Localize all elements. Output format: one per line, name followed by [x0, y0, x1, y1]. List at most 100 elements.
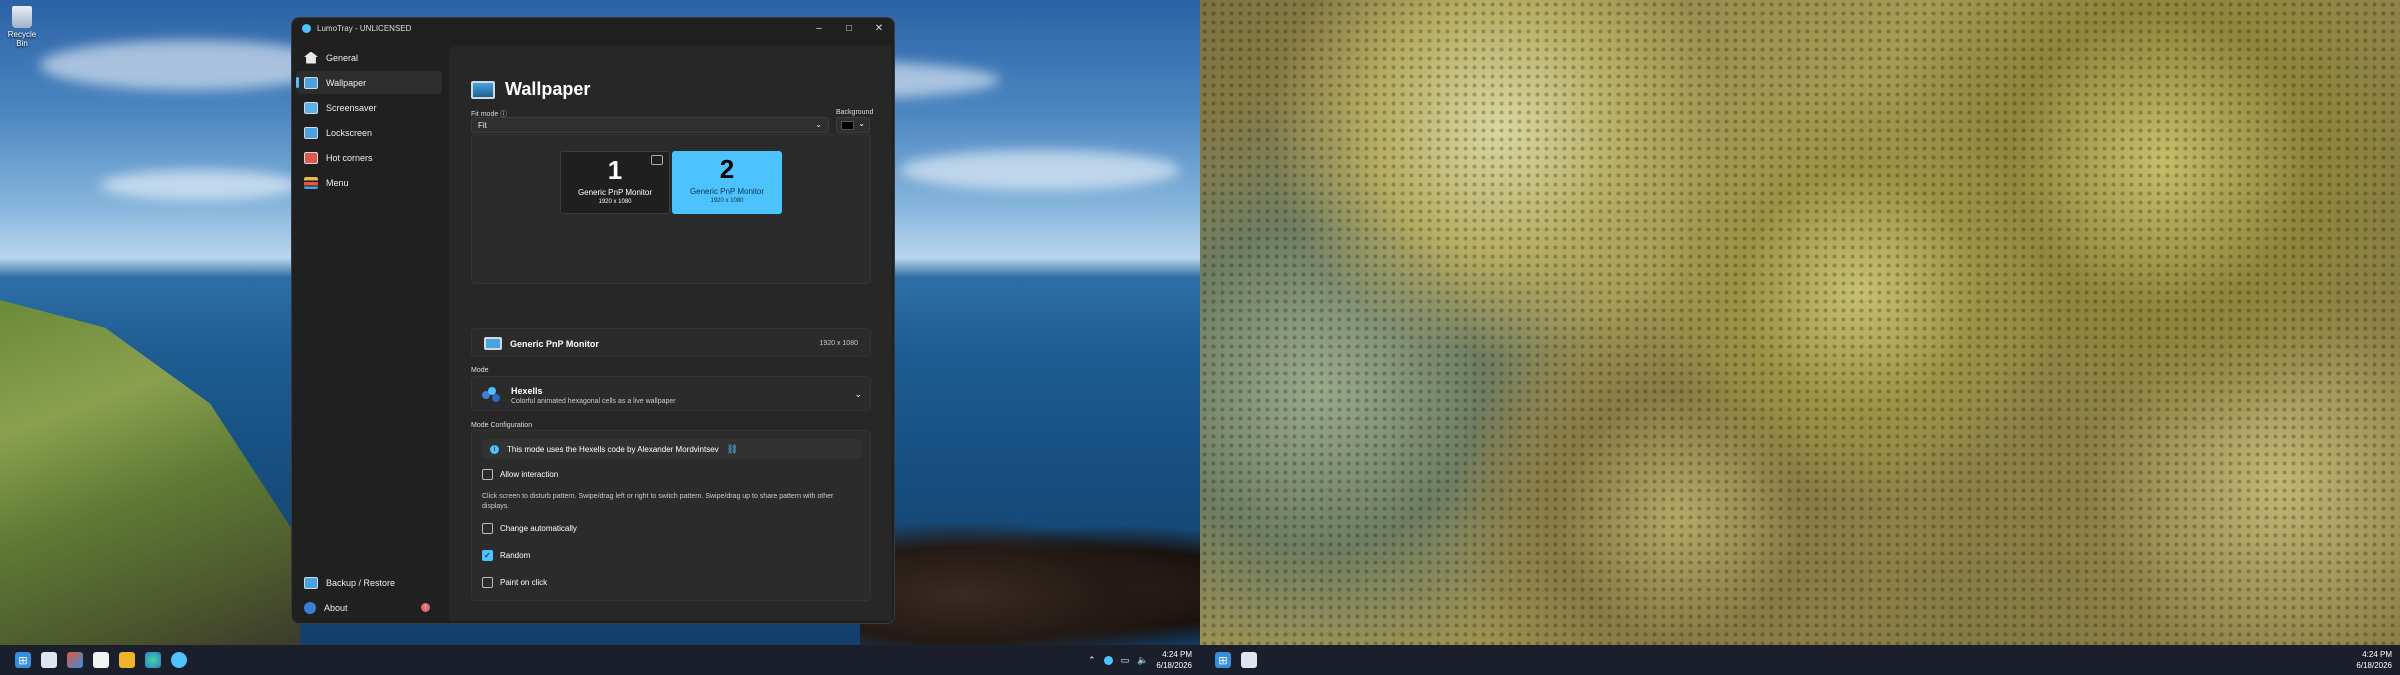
chevron-down-icon: ⌄: [854, 389, 862, 399]
change-automatically-checkbox[interactable]: Change automatically: [482, 523, 577, 534]
sidebar-item-label: Lockscreen: [326, 127, 373, 138]
close-button[interactable]: ✕: [864, 18, 894, 38]
sidebar-item-lockscreen[interactable]: Lockscreen: [296, 121, 442, 144]
about-badge: !: [421, 603, 430, 612]
sidebar-item-about[interactable]: About !: [296, 596, 442, 619]
monitor-name: Generic PnP Monitor: [577, 188, 653, 197]
wallpaper-icon: [304, 76, 318, 89]
sidebar-item-backup-restore[interactable]: Backup / Restore: [296, 571, 442, 594]
clock-time: 4:24 PM: [1162, 650, 1192, 659]
monitor-2-tile[interactable]: 2 Generic PnP Monitor 1920 x 1080: [672, 151, 782, 214]
mode-dropdown[interactable]: Hexells Colorful animated hexagonal cell…: [471, 376, 871, 411]
checkbox-label: Allow interaction: [500, 470, 559, 479]
rocks-shape: [860, 520, 1200, 645]
monitor-name: Generic PnP Monitor: [689, 187, 765, 196]
monitor-2-desktop: ⊞ 4:24 PM 6/18/2026: [1200, 0, 2400, 675]
selected-monitor-card: Generic PnP Monitor 1920 x 1080: [471, 328, 871, 357]
screensaver-icon: [304, 101, 318, 114]
sidebar-item-label: General: [326, 52, 359, 63]
chevron-up-icon[interactable]: ⌃: [1088, 655, 1096, 666]
identify-icon[interactable]: [651, 155, 663, 165]
interaction-hint: Click screen to disturb pattern. Swipe/d…: [482, 493, 834, 510]
edge-icon[interactable]: [145, 652, 161, 668]
hot-corners-icon: [304, 151, 318, 164]
mode-configuration-label: Mode Configuration: [471, 422, 533, 429]
sidebar-item-general[interactable]: General: [296, 46, 442, 69]
clock-date: 6/18/2026: [1156, 661, 1192, 670]
monitor-1-desktop: Recycle Bin ⊞ ⌃ ▭ 🔈 4:24 PM 6/18/2026 Lu…: [0, 0, 1200, 675]
checkbox-box: [482, 523, 493, 534]
checkbox-box: [482, 577, 493, 588]
check-icon: ✓: [482, 550, 493, 561]
monitor-icon: [484, 337, 502, 350]
title-bar[interactable]: LumoTray - UNLICENSED – □ ✕: [292, 18, 894, 38]
checkbox-label: Paint on click: [500, 578, 548, 587]
monitor-number: 2: [719, 154, 735, 184]
allow-interaction-checkbox[interactable]: Allow interaction: [482, 469, 558, 480]
checkbox-label: Random: [500, 551, 531, 560]
sidebar-item-label: Wallpaper: [326, 77, 367, 88]
task-view-icon[interactable]: [41, 652, 57, 668]
minimize-button[interactable]: –: [804, 18, 834, 38]
wallpaper-icon: [471, 80, 495, 99]
maximize-button[interactable]: □: [834, 18, 864, 38]
backup-icon: [304, 576, 318, 589]
menu-icon: [304, 176, 318, 189]
lockscreen-icon: [304, 126, 318, 139]
cliff-shape: [0, 300, 300, 645]
mode-title: Hexells: [511, 386, 543, 396]
checkbox-label: Change automatically: [500, 524, 577, 533]
lumotray-tray-icon[interactable]: [1103, 655, 1113, 665]
main-content: Wallpaper Fit mode ⓘ Fit ⌄ Background ⌄ …: [449, 46, 892, 621]
clock-date: 6/18/2026: [2356, 661, 2392, 670]
info-icon: i: [490, 444, 499, 454]
color-swatch: [841, 121, 854, 130]
recycle-bin-label: Recycle Bin: [7, 30, 37, 48]
page-header: Wallpaper: [471, 79, 590, 100]
system-tray: ⌃ ▭ 🔈 4:24 PM 6/18/2026: [1088, 645, 1192, 675]
window-title: LumoTray - UNLICENSED: [317, 23, 412, 33]
sidebar-item-screensaver[interactable]: Screensaver: [296, 96, 442, 119]
sidebar-item-label: Hot corners: [326, 152, 373, 163]
sidebar-item-hot-corners[interactable]: Hot corners: [296, 146, 442, 169]
clock[interactable]: 4:24 PM 6/18/2026: [1156, 649, 1192, 671]
chevron-down-icon: ⌄: [858, 119, 865, 128]
link-icon[interactable]: ⛓: [727, 444, 738, 455]
sidebar-item-wallpaper[interactable]: Wallpaper: [296, 71, 442, 94]
monitor-resolution: 1920 x 1080: [598, 199, 632, 205]
mode-subtitle: Colorful animated hexagonal cells as a l…: [511, 398, 676, 405]
store-icon[interactable]: [93, 652, 109, 668]
volume-icon[interactable]: 🔈: [1137, 655, 1148, 666]
network-icon[interactable]: ▭: [1121, 655, 1130, 666]
sidebar-item-menu[interactable]: Menu: [296, 171, 442, 194]
task-view-icon[interactable]: [1241, 652, 1257, 668]
sidebar-item-label: Backup / Restore: [326, 577, 396, 588]
page-title: Wallpaper: [505, 79, 591, 99]
sidebar: General Wallpaper Screensaver Lockscreen…: [292, 38, 446, 623]
selected-monitor-name: Generic PnP Monitor: [510, 339, 599, 349]
mode-label: Mode: [471, 367, 489, 374]
start-icon[interactable]: ⊞: [15, 652, 31, 668]
taskbar-1: ⊞ ⌃ ▭ 🔈 4:24 PM 6/18/2026: [0, 645, 1200, 675]
random-checkbox[interactable]: ✓ Random: [482, 550, 530, 561]
mode-configuration-panel: i This mode uses the Hexells code by Ale…: [471, 430, 871, 601]
file-explorer-icon[interactable]: [119, 652, 135, 668]
recycle-bin-desktop-icon[interactable]: Recycle Bin: [5, 6, 39, 48]
about-icon: [304, 601, 316, 614]
clock[interactable]: 4:24 PM 6/18/2026: [2356, 649, 2392, 671]
recycle-bin-icon: [12, 6, 32, 28]
paint-on-click-checkbox[interactable]: Paint on click: [482, 577, 547, 588]
lumotray-taskbar-icon[interactable]: [171, 652, 187, 668]
monitor-layout: 1 Generic PnP Monitor 1920 x 1080 2 Gene…: [471, 134, 871, 284]
fit-mode-dropdown[interactable]: Fit ⌄: [471, 117, 829, 133]
info-text: This mode uses the Hexells code by Alexa…: [507, 444, 719, 454]
system-tray-2: 4:24 PM 6/18/2026: [2356, 645, 2392, 675]
background-color-picker[interactable]: ⌄: [836, 117, 870, 133]
clock-time: 4:24 PM: [2362, 650, 2392, 659]
hexells-icon: [482, 387, 502, 403]
copilot-icon[interactable]: [67, 652, 83, 668]
fit-mode-value: Fit: [478, 121, 487, 130]
monitor-resolution: 1920 x 1080: [710, 198, 744, 204]
monitor-1-tile[interactable]: 1 Generic PnP Monitor 1920 x 1080: [560, 151, 670, 214]
start-icon[interactable]: ⊞: [1215, 652, 1231, 668]
